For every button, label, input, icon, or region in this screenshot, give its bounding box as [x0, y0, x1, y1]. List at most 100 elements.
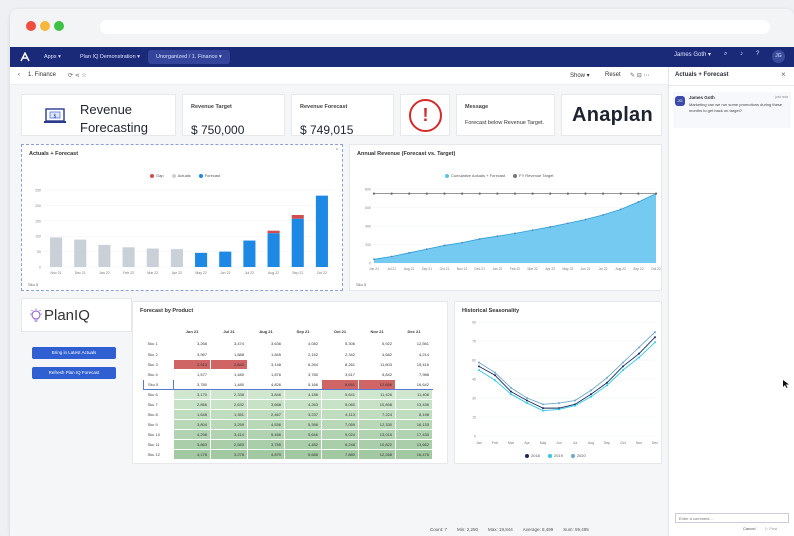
table-cell[interactable]: 4,082 [284, 339, 322, 350]
table-row[interactable]: Sku 3 2,913 2,842 3,148 6,264 8,261 11,603 15,4… [143, 359, 433, 370]
table-cell[interactable]: 4,214 [395, 349, 433, 360]
table-row[interactable]: Sku 11 3,863 2,583 3,785 4,482 6,248 10,822 13,… [143, 439, 433, 450]
table-cell[interactable]: 10,898 [358, 399, 396, 410]
table-cell[interactable]: 16,476 [395, 449, 433, 460]
table-row[interactable]: Sku 12 4,178 3,278 4,875 5,686 7,880 12,268 16,… [143, 449, 433, 460]
table-cell[interactable]: 4,188 [284, 389, 322, 400]
table-cell[interactable]: 11,603 [358, 359, 396, 370]
table-cell[interactable]: 12,561 [395, 339, 433, 350]
table-row[interactable]: Sku 9 3,804 3,259 4,536 5,396 7,059 12,330 16,1… [143, 419, 433, 430]
table-cell[interactable]: 3,863 [173, 439, 211, 450]
search-icon[interactable]: ⌕ [724, 51, 727, 58]
show-menu[interactable]: Show ▾ [570, 72, 590, 79]
bring-in-actuals-button[interactable]: Bring in Latest Actuals [32, 347, 116, 359]
user-menu[interactable]: James Goth ▾ [674, 51, 711, 58]
table-cell[interactable]: 5,922 [358, 339, 396, 350]
table-cell[interactable]: 2,467 [247, 409, 285, 420]
table-row[interactable]: Sku 10 4,298 3,414 5,456 5,646 9,024 13,016 17,… [143, 429, 433, 440]
table-cell[interactable]: 12,330 [358, 419, 396, 430]
apps-menu[interactable]: Apps ▾ [36, 50, 69, 64]
comment-icon[interactable]: ▫ [336, 147, 338, 153]
table-cell[interactable]: 8,261 [321, 359, 359, 370]
cancel-button[interactable]: Cancel [743, 526, 755, 531]
maximize-dot-icon[interactable] [54, 21, 64, 31]
table-cell[interactable]: 6,248 [321, 439, 359, 450]
table-cell[interactable]: 1,480 [210, 369, 248, 380]
table-cell[interactable]: 3,780 [173, 378, 211, 390]
table-cell[interactable]: 3,785 [247, 439, 285, 450]
reset-button[interactable]: Reset [605, 72, 621, 78]
table-cell[interactable]: 3,636 [247, 339, 285, 350]
table-row[interactable]: Sku 7 2,856 2,632 3,668 4,263 5,060 10,898 13,4… [143, 399, 433, 410]
table-cell[interactable]: 2,632 [210, 399, 248, 410]
bell-icon[interactable]: ♪ [740, 51, 743, 57]
table-row[interactable]: Sku 5 3,780 1,480 4,826 5,166 8,651 12,686 16,6… [143, 378, 433, 390]
table-cell[interactable]: 3,278 [210, 449, 248, 460]
table-cell[interactable]: 5,842 [358, 369, 396, 380]
table-cell[interactable]: 16,133 [395, 419, 433, 430]
table-cell[interactable]: 6,264 [284, 359, 322, 370]
table-cell[interactable]: 13,436 [395, 399, 433, 410]
table-cell[interactable]: 4,875 [247, 449, 285, 460]
table-cell[interactable]: 7,224 [358, 409, 396, 420]
table-cell[interactable]: 3,474 [210, 339, 248, 350]
back-icon[interactable]: ‹ [18, 72, 20, 78]
table-cell[interactable]: 1,351 [210, 409, 248, 420]
table-cell[interactable]: 1,648 [173, 409, 211, 420]
forecast-table[interactable]: Jun 21 Jul 21 Aug 21 Sep 21 Oct 21 Nov 21 Dec … [143, 323, 433, 460]
table-cell[interactable]: 5,686 [284, 449, 322, 460]
help-icon[interactable]: ? [756, 51, 759, 57]
table-cell[interactable]: 2,842 [210, 359, 248, 370]
table-cell[interactable]: 2,856 [173, 399, 211, 410]
table-cell[interactable]: 8,198 [395, 409, 433, 420]
table-cell[interactable]: 5,456 [247, 429, 285, 440]
table-cell[interactable]: 11,408 [395, 389, 433, 400]
table-cell[interactable]: 1,845 [247, 349, 285, 360]
close-icon[interactable]: × [781, 70, 786, 79]
table-cell[interactable]: 12,686 [358, 378, 396, 390]
table-cell[interactable]: 5,646 [284, 429, 322, 440]
table-cell[interactable]: 7,988 [395, 369, 433, 380]
table-row[interactable]: Sku 2 3,967 1,888 1,845 2,152 2,342 4,682 4,214 [143, 349, 433, 360]
table-cell[interactable]: 13,662 [395, 439, 433, 450]
table-cell[interactable]: 4,826 [247, 378, 285, 390]
table-cell[interactable]: 17,430 [395, 429, 433, 440]
table-cell[interactable]: 11,426 [358, 389, 396, 400]
table-cell[interactable]: 2,338 [210, 389, 248, 400]
actuals-forecast-panel[interactable]: Actuals + Forecast ▫ Gap Actuals Forecas… [21, 144, 343, 291]
table-cell[interactable]: 7,880 [321, 449, 359, 460]
table-cell[interactable]: 5,166 [284, 378, 322, 390]
table-row[interactable]: Sku 6 3,170 2,338 3,846 4,188 5,641 11,426 11,4… [143, 389, 433, 400]
table-cell[interactable]: 2,342 [321, 349, 359, 360]
edit-tools-icon[interactable]: ✎ ⊟ ⋯ [630, 72, 649, 79]
table-cell[interactable]: 2,913 [173, 359, 211, 370]
table-cell[interactable]: 1,577 [173, 369, 211, 380]
refresh-planiq-button[interactable]: Refresh Plan IQ Forecast [32, 367, 116, 379]
anaplan-logo-icon[interactable] [20, 52, 30, 62]
table-cell[interactable]: 3,804 [173, 419, 211, 430]
comment-input[interactable] [675, 513, 789, 523]
table-cell[interactable]: 2,152 [284, 349, 322, 360]
table-cell[interactable]: 3,846 [247, 389, 285, 400]
table-cell[interactable]: 10,822 [358, 439, 396, 450]
table-cell[interactable]: 1,480 [210, 378, 248, 390]
table-cell[interactable]: 3,148 [247, 359, 285, 370]
close-dot-icon[interactable] [26, 21, 36, 31]
table-cell[interactable]: 4,682 [358, 349, 396, 360]
table-cell[interactable]: 4,263 [284, 399, 322, 410]
table-cell[interactable]: 4,298 [173, 429, 211, 440]
table-cell[interactable]: 3,967 [173, 349, 211, 360]
module-menu[interactable]: Unorganized / 1. Finance ▾ [148, 50, 230, 64]
page-actions-icon[interactable]: ⟳ ⋖ ☆ [68, 72, 87, 79]
table-cell[interactable]: 3,780 [284, 369, 322, 380]
table-cell[interactable]: 3,237 [284, 409, 322, 420]
table-cell[interactable]: 9,024 [321, 429, 359, 440]
table-cell[interactable]: 3,170 [173, 389, 211, 400]
table-cell[interactable]: 4,113 [321, 409, 359, 420]
table-cell[interactable]: 4,178 [173, 449, 211, 460]
model-menu[interactable]: Plan IQ Demonstration ▾ [72, 50, 148, 64]
table-cell[interactable]: 8,651 [321, 378, 359, 390]
table-cell[interactable]: 12,268 [358, 449, 396, 460]
table-cell[interactable]: 4,482 [284, 439, 322, 450]
table-cell[interactable]: 3,414 [210, 429, 248, 440]
